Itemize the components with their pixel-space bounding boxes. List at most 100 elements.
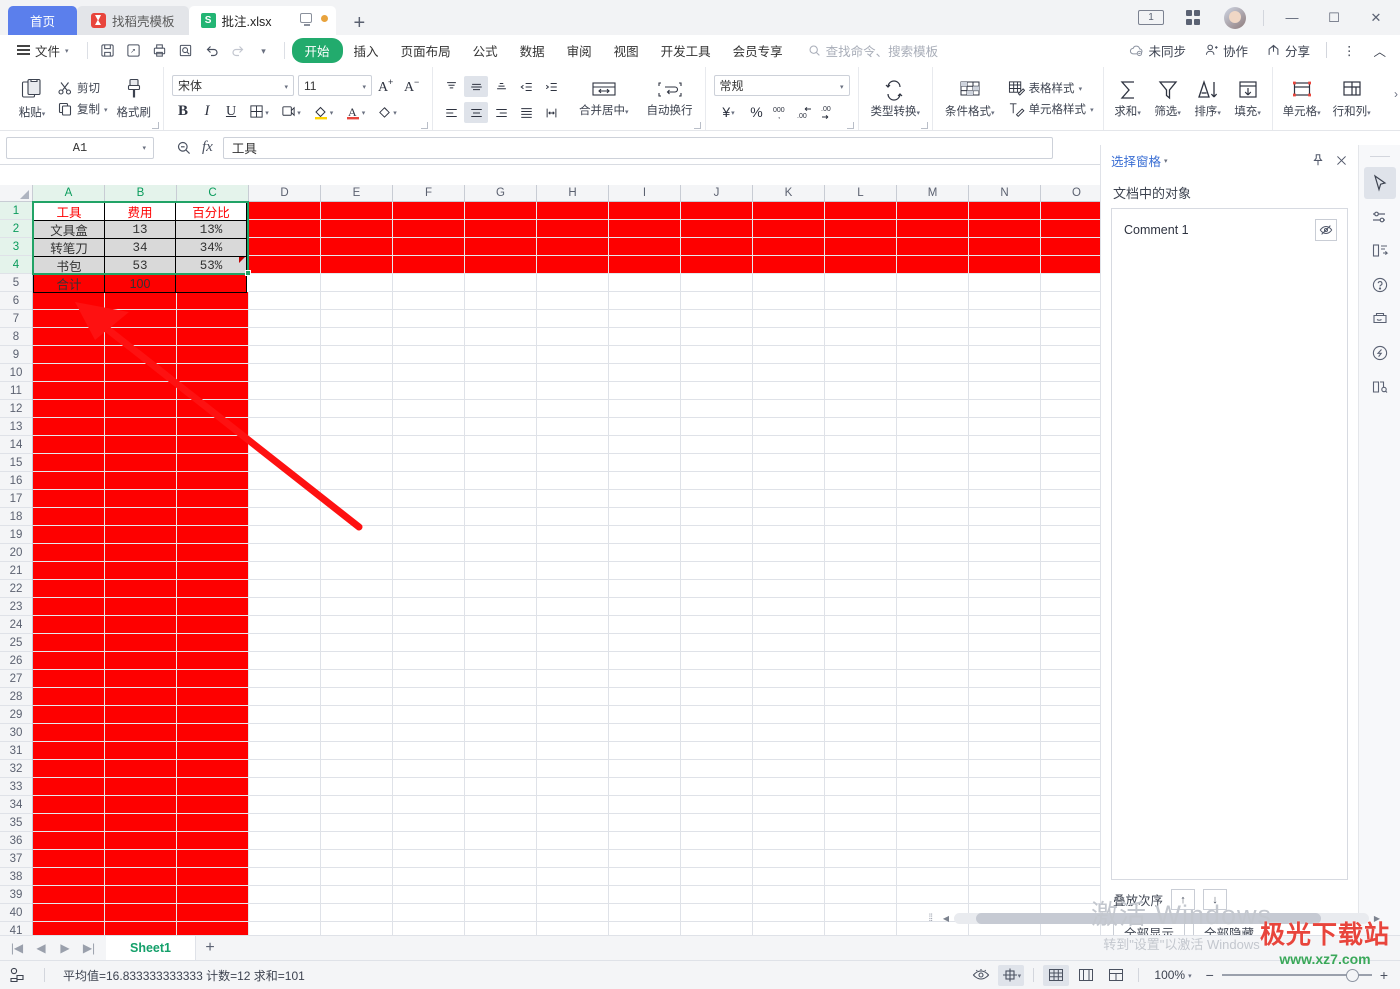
cell-A16[interactable] — [33, 472, 105, 490]
row-header-15[interactable]: 15 — [0, 454, 32, 472]
cell-N8[interactable] — [969, 328, 1041, 346]
lightbulb-icon[interactable] — [1364, 337, 1396, 369]
cell-D40[interactable] — [249, 904, 321, 922]
justify-button[interactable] — [514, 102, 538, 123]
close-icon[interactable] — [1335, 154, 1348, 167]
cell-E9[interactable] — [321, 346, 393, 364]
row-header-26[interactable]: 26 — [0, 652, 32, 670]
cell-B1[interactable]: 费用 — [104, 202, 176, 221]
cell-J29[interactable] — [681, 706, 753, 724]
cell-D12[interactable] — [249, 400, 321, 418]
cell-I6[interactable] — [609, 292, 681, 310]
ribbon-expand-button[interactable]: › — [1394, 87, 1398, 101]
cell-B19[interactable] — [105, 526, 177, 544]
cell-L17[interactable] — [825, 490, 897, 508]
cell-L24[interactable] — [825, 616, 897, 634]
cell-G22[interactable] — [465, 580, 537, 598]
row-header-36[interactable]: 36 — [0, 832, 32, 850]
cell-J13[interactable] — [681, 418, 753, 436]
cell-A27[interactable] — [33, 670, 105, 688]
cell-N1[interactable] — [969, 202, 1041, 220]
column-header-F[interactable]: F — [393, 185, 465, 201]
cell-K23[interactable] — [753, 598, 825, 616]
docs-icon[interactable] — [1364, 371, 1396, 403]
cell-F18[interactable] — [393, 508, 465, 526]
row-header-16[interactable]: 16 — [0, 472, 32, 490]
cell-J19[interactable] — [681, 526, 753, 544]
cell-K38[interactable] — [753, 868, 825, 886]
cell-N18[interactable] — [969, 508, 1041, 526]
cell-F7[interactable] — [393, 310, 465, 328]
increase-font-size-button[interactable]: A + — [376, 75, 398, 96]
cell-M5[interactable] — [897, 274, 969, 292]
column-header-M[interactable]: M — [897, 185, 969, 201]
cell-M8[interactable] — [897, 328, 969, 346]
cell-I30[interactable] — [609, 724, 681, 742]
cell-J34[interactable] — [681, 796, 753, 814]
cell-L20[interactable] — [825, 544, 897, 562]
cell-B18[interactable] — [105, 508, 177, 526]
cell-A18[interactable] — [33, 508, 105, 526]
cell-C30[interactable] — [177, 724, 249, 742]
cell-I36[interactable] — [609, 832, 681, 850]
cell-A14[interactable] — [33, 436, 105, 454]
cell-L36[interactable] — [825, 832, 897, 850]
cell-K40[interactable] — [753, 904, 825, 922]
cell-C2[interactable]: 13% — [175, 220, 247, 239]
cell-N7[interactable] — [969, 310, 1041, 328]
cell-A3[interactable]: 转笔刀 — [33, 238, 105, 257]
type-convert-button[interactable]: 类型转换▾ — [865, 67, 927, 130]
cell-L27[interactable] — [825, 670, 897, 688]
cell-G21[interactable] — [465, 562, 537, 580]
print-preview-icon[interactable] — [173, 39, 199, 61]
cell-E17[interactable] — [321, 490, 393, 508]
merge-center-button[interactable]: 合并居中▾ — [573, 67, 635, 130]
menu-tab-start[interactable]: 开始 — [291, 37, 343, 63]
cell-M12[interactable] — [897, 400, 969, 418]
formula-input[interactable]: 工具 — [222, 136, 1053, 159]
cell-D22[interactable] — [249, 580, 321, 598]
cell-J5[interactable] — [681, 274, 753, 292]
customize-quick-access-icon[interactable]: ▾ — [251, 39, 277, 61]
row-header-9[interactable]: 9 — [0, 346, 32, 364]
cell-G7[interactable] — [465, 310, 537, 328]
cell-H10[interactable] — [537, 364, 609, 382]
cell-I3[interactable] — [609, 238, 681, 256]
row-header-32[interactable]: 32 — [0, 760, 32, 778]
cell-F19[interactable] — [393, 526, 465, 544]
cell-K37[interactable] — [753, 850, 825, 868]
cell-area[interactable]: 工具 费用 百分比 文具盒 13 13% 转笔刀 34 34% 书包 53 53% 合计 100 — [32, 201, 1100, 940]
cell-I28[interactable] — [609, 688, 681, 706]
cell-D7[interactable] — [249, 310, 321, 328]
cell-G39[interactable] — [465, 886, 537, 904]
cell-J7[interactable] — [681, 310, 753, 328]
cell-J15[interactable] — [681, 454, 753, 472]
cell-B31[interactable] — [105, 742, 177, 760]
cell-A33[interactable] — [33, 778, 105, 796]
row-header-17[interactable]: 17 — [0, 490, 32, 508]
cell-M19[interactable] — [897, 526, 969, 544]
cell-E32[interactable] — [321, 760, 393, 778]
row-header-12[interactable]: 12 — [0, 400, 32, 418]
cell-N3[interactable] — [969, 238, 1041, 256]
cell-K32[interactable] — [753, 760, 825, 778]
cell-K28[interactable] — [753, 688, 825, 706]
decrease-decimal-button[interactable]: .00 — [818, 101, 840, 122]
cell-N31[interactable] — [969, 742, 1041, 760]
align-left-button[interactable] — [439, 102, 463, 123]
cell-D27[interactable] — [249, 670, 321, 688]
cell-N14[interactable] — [969, 436, 1041, 454]
column-header-G[interactable]: G — [465, 185, 537, 201]
layout-icon[interactable] — [1364, 235, 1396, 267]
cell-D35[interactable] — [249, 814, 321, 832]
cell-F36[interactable] — [393, 832, 465, 850]
cell-G5[interactable] — [465, 274, 537, 292]
cell-K10[interactable] — [753, 364, 825, 382]
rows-columns-button[interactable]: 行和列▾ — [1327, 67, 1377, 130]
cell-J23[interactable] — [681, 598, 753, 616]
underline-button[interactable]: U — [220, 101, 242, 122]
save-as-icon[interactable]: ↗ — [121, 39, 147, 61]
cell-D25[interactable] — [249, 634, 321, 652]
cell-M20[interactable] — [897, 544, 969, 562]
cell-L18[interactable] — [825, 508, 897, 526]
